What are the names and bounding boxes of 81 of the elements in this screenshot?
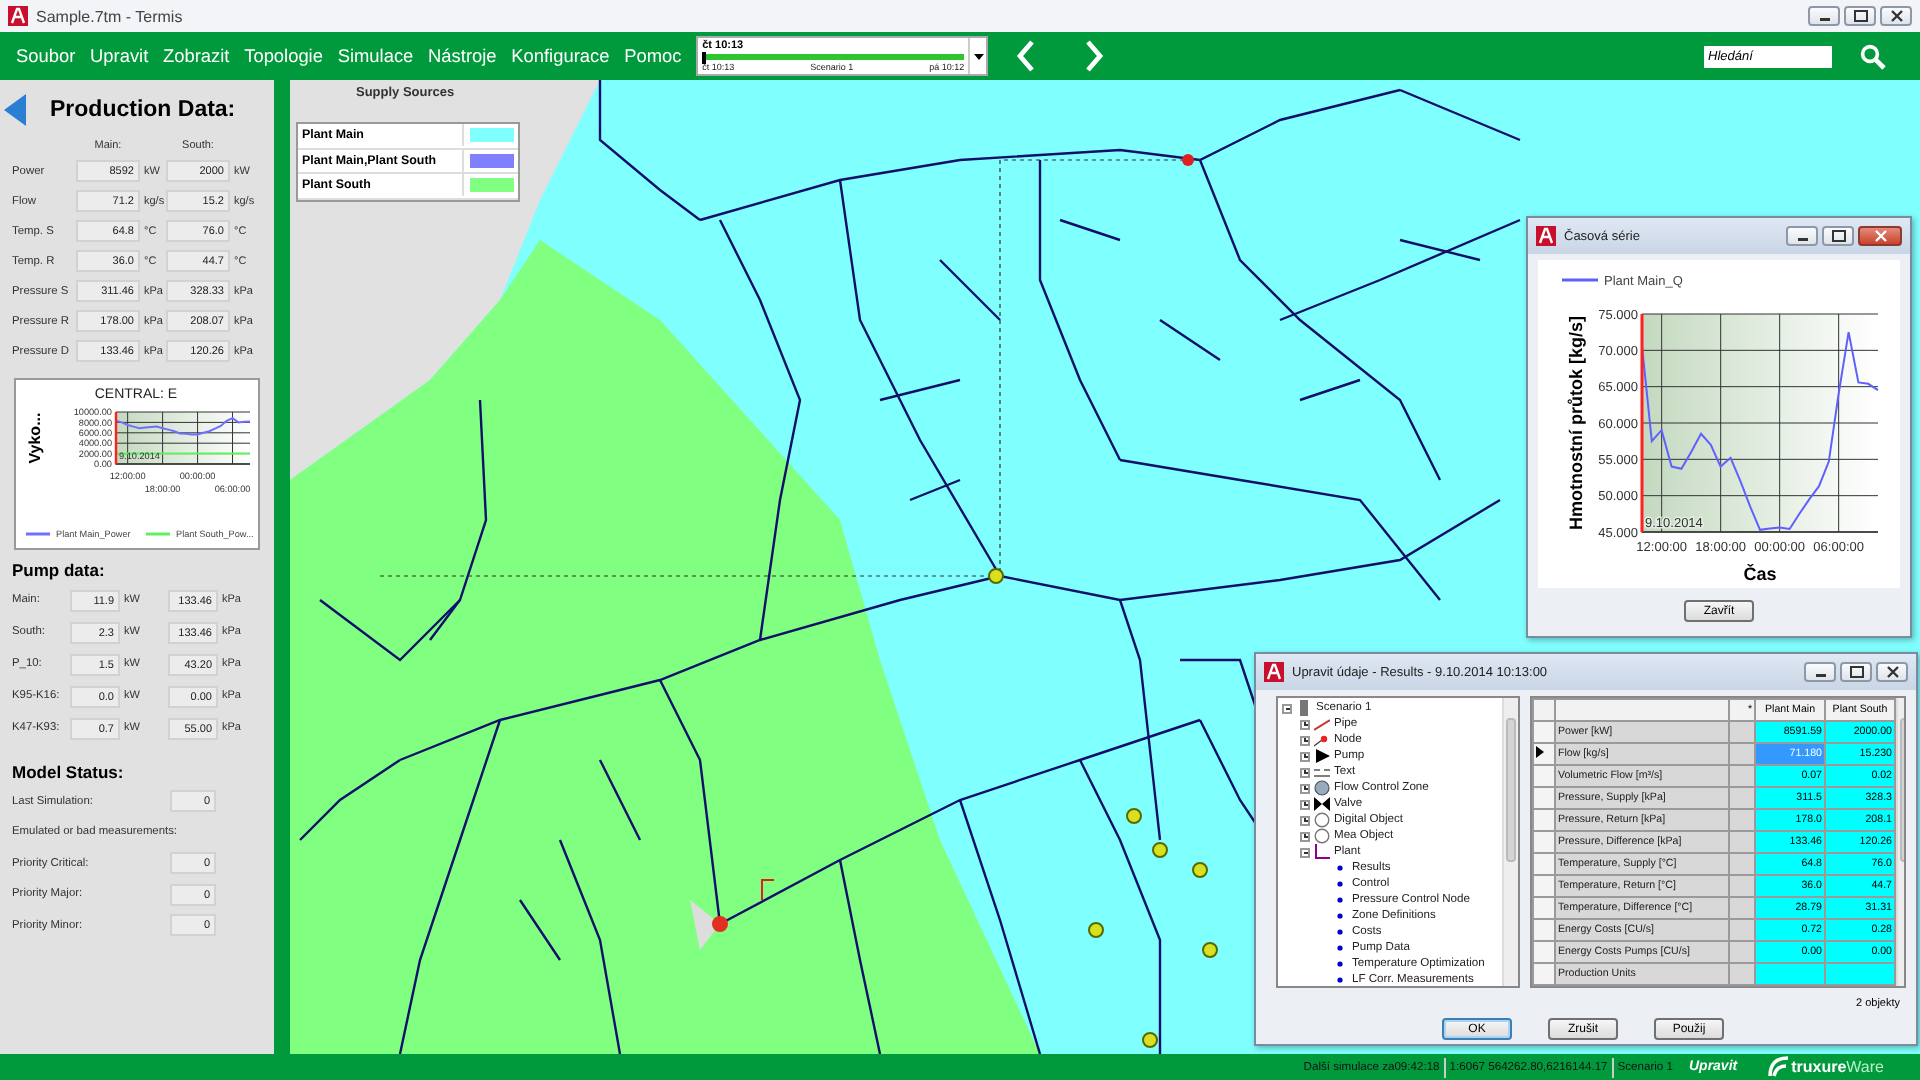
maximize-button[interactable] [1822,226,1854,246]
close-button[interactable] [1858,226,1902,246]
maximize-icon [1849,666,1863,678]
plant-icon [1314,844,1330,860]
y-axis-label: Hmotnostní průtok [kg/s] [1566,316,1586,530]
back-arrow-icon [4,94,26,126]
search-button[interactable] [1860,43,1886,69]
section-title: Production Data: [50,98,236,122]
timeline-thumb[interactable] [702,52,706,64]
close-button[interactable] [1876,662,1908,682]
timeline-track[interactable] [702,54,965,60]
node-marker[interactable] [1142,1032,1158,1048]
search-icon [1860,43,1886,69]
maximize-button[interactable] [1844,6,1876,26]
expander-icon[interactable] [1300,831,1310,841]
close-button[interactable] [1880,6,1912,26]
expander-icon[interactable] [1300,767,1310,777]
scrollbar[interactable] [1502,698,1518,986]
menu-item[interactable]: Nástroje [428,46,497,66]
node-icon [1314,732,1330,748]
logo-suffix-text: Ware [1846,1058,1884,1076]
caret-down-icon [973,53,984,59]
minimize-button[interactable] [1804,662,1836,682]
series-line [115,417,251,436]
menu-item[interactable]: Simulace [337,46,414,66]
bar-icon [1296,700,1312,716]
text-icon [1314,764,1330,780]
window-title: Sample.7tm - Termis [36,7,183,25]
flag-marker [761,879,775,901]
close-icon [1873,230,1887,242]
app-logo-icon [8,6,28,26]
previous-button[interactable] [1016,40,1037,72]
node-marker[interactable] [1182,154,1194,166]
maximize-icon [1831,230,1845,242]
app-logo-icon [1264,662,1284,682]
section-title: Model Status: [12,760,126,784]
plant-marker[interactable] [690,900,728,950]
section-title: Pump data: [12,558,107,582]
node-marker[interactable] [1152,842,1168,858]
minimize-button[interactable] [1808,6,1840,26]
zone-icon [1314,780,1330,796]
row-pointer-icon [1536,746,1544,758]
chevron-right-icon [1084,40,1105,72]
close-icon [1885,666,1899,678]
next-button[interactable] [1084,40,1105,72]
chevron-left-icon [1016,40,1037,72]
maximize-icon [1853,10,1867,22]
logo-text: truxure [1791,1058,1847,1076]
node-marker[interactable] [1192,862,1208,878]
expander-icon[interactable] [1282,703,1292,713]
expander-icon[interactable] [1300,751,1310,761]
expander-icon[interactable] [1300,847,1310,857]
minimize-button[interactable] [1786,226,1818,246]
y-axis-label: Vyko... [26,412,44,464]
close-icon [1889,10,1903,22]
triangle-icon [1314,748,1330,764]
node-marker[interactable] [1088,922,1104,938]
menu-item[interactable]: Zobrazit [163,46,230,66]
row-header[interactable] [1533,743,1555,765]
menu-item[interactable]: Upravit [90,46,149,66]
valve-icon [1314,796,1330,812]
scrollbar-thumb[interactable] [1506,718,1516,862]
expander-icon[interactable] [1300,815,1310,825]
x-axis-label: Čas [1743,564,1777,584]
menu-item[interactable]: Konfigurace [511,46,610,66]
marker-line [114,412,118,464]
node-marker[interactable] [1126,808,1142,824]
menu-item[interactable]: Soubor [16,46,76,66]
expander-icon[interactable] [1300,735,1310,745]
node-marker[interactable] [1202,942,1218,958]
dropdown-button[interactable] [968,38,987,74]
expander-icon[interactable] [1300,799,1310,809]
expander-icon[interactable] [1300,719,1310,729]
node-marker[interactable] [988,568,1004,584]
expander-icon[interactable] [1300,783,1310,793]
menu-item[interactable]: Topologie [244,46,323,66]
app-logo-icon [1536,226,1556,246]
logo-icon [1765,1056,1790,1078]
menu-item[interactable]: Pomoc [624,46,682,66]
maximize-button[interactable] [1840,662,1872,682]
line-icon [1314,716,1330,732]
